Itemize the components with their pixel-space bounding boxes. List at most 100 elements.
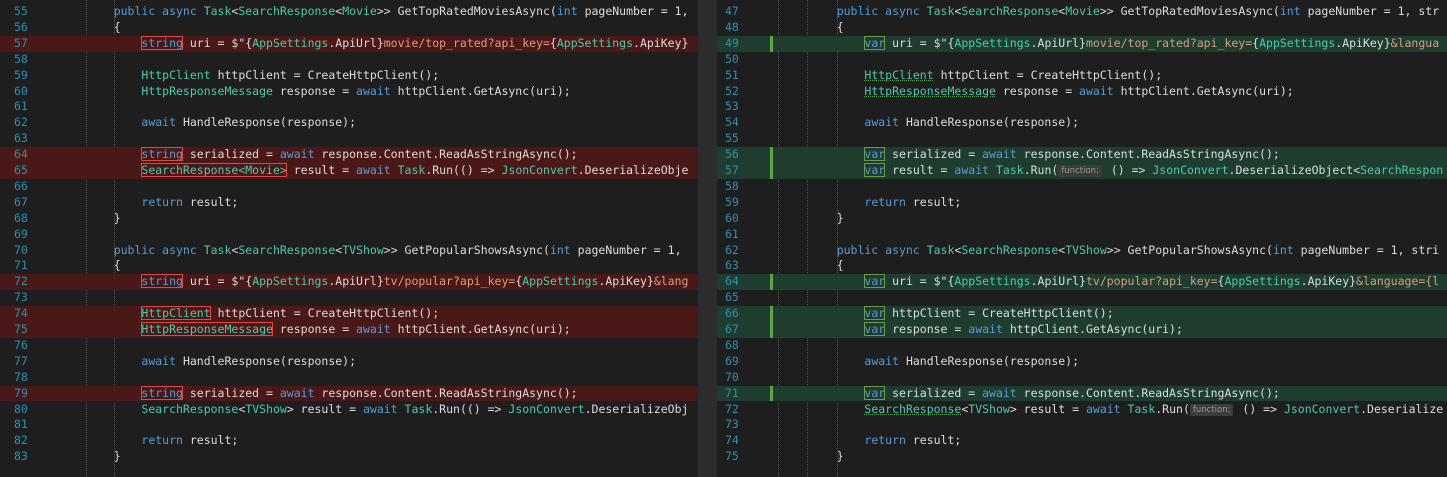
added-code-line[interactable]: 67 var response = await httpClient.GetAs…: [717, 322, 1447, 338]
added-code-line[interactable]: 57 var result = await Task.Run(function:…: [717, 163, 1447, 179]
code-line[interactable]: 61: [0, 99, 698, 115]
code-line[interactable]: 60 }: [717, 211, 1447, 227]
code-line[interactable]: 69: [0, 227, 698, 243]
code-text: public async Task<SearchResponse<Movie>>…: [809, 4, 1439, 20]
code-line[interactable]: 71 {: [0, 258, 698, 274]
code-line[interactable]: 55 public async Task<SearchResponse<Movi…: [0, 4, 698, 20]
line-number: 65: [14, 163, 28, 177]
code-text: await HandleResponse(response);: [809, 115, 1079, 131]
code-line[interactable]: 73: [0, 290, 698, 306]
code-line[interactable]: 70: [717, 370, 1447, 386]
code-line[interactable]: 62 public async Task<SearchResponse<TVSh…: [717, 243, 1447, 259]
line-number: 67: [14, 194, 28, 209]
code-line[interactable]: 59 return result;: [717, 195, 1447, 211]
code-token: >> GetTopRatedMoviesAsync(: [376, 4, 557, 18]
code-line[interactable]: 72 SearchResponse<TVShow> result = await…: [717, 402, 1447, 418]
line-number: 77: [14, 353, 28, 368]
code-text: await HandleResponse(response);: [86, 115, 356, 131]
code-line[interactable]: 70 public async Task<SearchResponse<TVSh…: [0, 243, 698, 259]
code-token: await: [968, 322, 1003, 336]
code-line[interactable]: 51 HttpClient httpClient = CreateHttpCli…: [717, 68, 1447, 84]
code-token: SearchResponse: [961, 242, 1059, 257]
code-text: public async Task<SearchResponse<Movie>>…: [86, 4, 689, 20]
code-token: httpClient.GetAsync(uri);: [1113, 83, 1294, 98]
pane-splitter[interactable]: [698, 0, 717, 477]
deleted-code-line[interactable]: 79 string serialized = await response.Co…: [0, 385, 698, 402]
code-token: .DeserializeObje: [577, 163, 689, 177]
code-line[interactable]: 58: [0, 52, 698, 68]
code-line[interactable]: 50: [717, 52, 1447, 68]
code-line[interactable]: 69 await HandleResponse(response);: [717, 354, 1447, 370]
code-line[interactable]: 65: [717, 290, 1447, 306]
code-line[interactable]: 67 return result;: [0, 195, 698, 211]
code-token: pageNumber = 1, stri: [1293, 242, 1440, 257]
added-code-line[interactable]: 64 var uri = $"{AppSettings.ApiUrl}tv/po…: [717, 274, 1447, 291]
modified-code-pane[interactable]: 47 public async Task<SearchResponse<Movi…: [717, 0, 1447, 477]
code-line[interactable]: 74 return result;: [717, 433, 1447, 449]
code-line[interactable]: 53: [717, 99, 1447, 115]
code-token: serialized =: [182, 385, 280, 400]
code-line[interactable]: 80 SearchResponse<TVShow> result = await…: [0, 402, 698, 418]
deleted-code-line[interactable]: 72 string uri = $"{AppSettings.ApiUrl}tv…: [0, 274, 698, 291]
added-code-line[interactable]: 66 var httpClient = CreateHttpClient();: [717, 306, 1447, 322]
code-line[interactable]: 62 await HandleResponse(response);: [0, 115, 698, 131]
line-number: 56: [725, 147, 739, 162]
code-token: Task: [404, 401, 433, 416]
code-token: uri = $"{: [885, 274, 955, 289]
code-line[interactable]: 77 await HandleResponse(response);: [0, 354, 698, 370]
code-line[interactable]: 76: [0, 338, 698, 354]
line-number: 64: [14, 147, 28, 162]
deleted-code-line[interactable]: 57 string uri = $"{AppSettings.ApiUrl}mo…: [0, 35, 698, 52]
line-number: 50: [725, 51, 739, 66]
code-line[interactable]: 68 }: [0, 211, 698, 227]
code-line[interactable]: 82 return result;: [0, 433, 698, 449]
code-line[interactable]: 60 HttpResponseMessage response = await …: [0, 84, 698, 100]
added-code-line[interactable]: 49 var uri = $"{AppSettings.ApiUrl}movie…: [717, 35, 1447, 52]
code-token: await: [864, 115, 900, 130]
added-code-line[interactable]: 71 var serialized = await response.Conte…: [717, 385, 1447, 402]
code-line[interactable]: 73: [717, 417, 1447, 433]
code-token: return: [864, 194, 906, 209]
code-token: result;: [905, 194, 962, 209]
line-number: 74: [725, 433, 739, 448]
deleted-code-line[interactable]: 64 string serialized = await response.Co…: [0, 147, 698, 163]
code-text: var uri = $"{AppSettings.ApiUrl}movie/to…: [809, 35, 1439, 52]
original-code-pane[interactable]: 55 public async Task<SearchResponse<Movi…: [0, 0, 698, 477]
deleted-code-line[interactable]: 74 HttpClient httpClient = CreateHttpCli…: [0, 306, 698, 322]
code-line[interactable]: 81: [0, 417, 698, 433]
code-line[interactable]: 56 {: [0, 20, 698, 36]
code-line[interactable]: 55: [717, 131, 1447, 147]
code-text: string uri = $"{AppSettings.ApiUrl}movie…: [86, 35, 688, 52]
code-line[interactable]: 63: [0, 131, 698, 147]
code-token: Movie: [1065, 4, 1100, 18]
deleted-code-line[interactable]: 75 HttpResponseMessage response = await …: [0, 322, 698, 338]
code-token: Task: [926, 242, 955, 257]
code-line[interactable]: 75 }: [717, 449, 1447, 465]
code-line[interactable]: 47 public async Task<SearchResponse<Movi…: [717, 4, 1447, 20]
code-line[interactable]: 66: [0, 179, 698, 195]
code-line[interactable]: 68: [717, 338, 1447, 354]
code-token: AppSettings: [954, 35, 1031, 50]
code-line[interactable]: 59 HttpClient httpClient = CreateHttpCli…: [0, 68, 698, 84]
deleted-code-line[interactable]: 65 SearchResponse<Movie> result = await …: [0, 163, 698, 179]
highlighted-token: HttpResponseMessage: [141, 322, 273, 336]
code-line[interactable]: 52 HttpResponseMessage response = await …: [717, 84, 1447, 100]
added-code-line[interactable]: 56 var serialized = await response.Conte…: [717, 147, 1447, 163]
line-number: 73: [14, 290, 28, 305]
code-line[interactable]: 48 {: [717, 20, 1447, 36]
code-line[interactable]: 54 await HandleResponse(response);: [717, 115, 1447, 131]
code-text: SearchResponse<Movie> result = await Tas…: [86, 163, 688, 179]
code-line[interactable]: 83 }: [0, 449, 698, 465]
code-token: Task: [995, 163, 1024, 177]
code-token: await: [362, 401, 398, 416]
code-line[interactable]: 78: [0, 370, 698, 386]
code-line[interactable]: 58: [717, 179, 1447, 195]
line-number: 70: [14, 242, 28, 257]
line-number: 70: [725, 369, 739, 384]
code-line[interactable]: 63 {: [717, 258, 1447, 274]
code-line[interactable]: 61: [717, 227, 1447, 243]
